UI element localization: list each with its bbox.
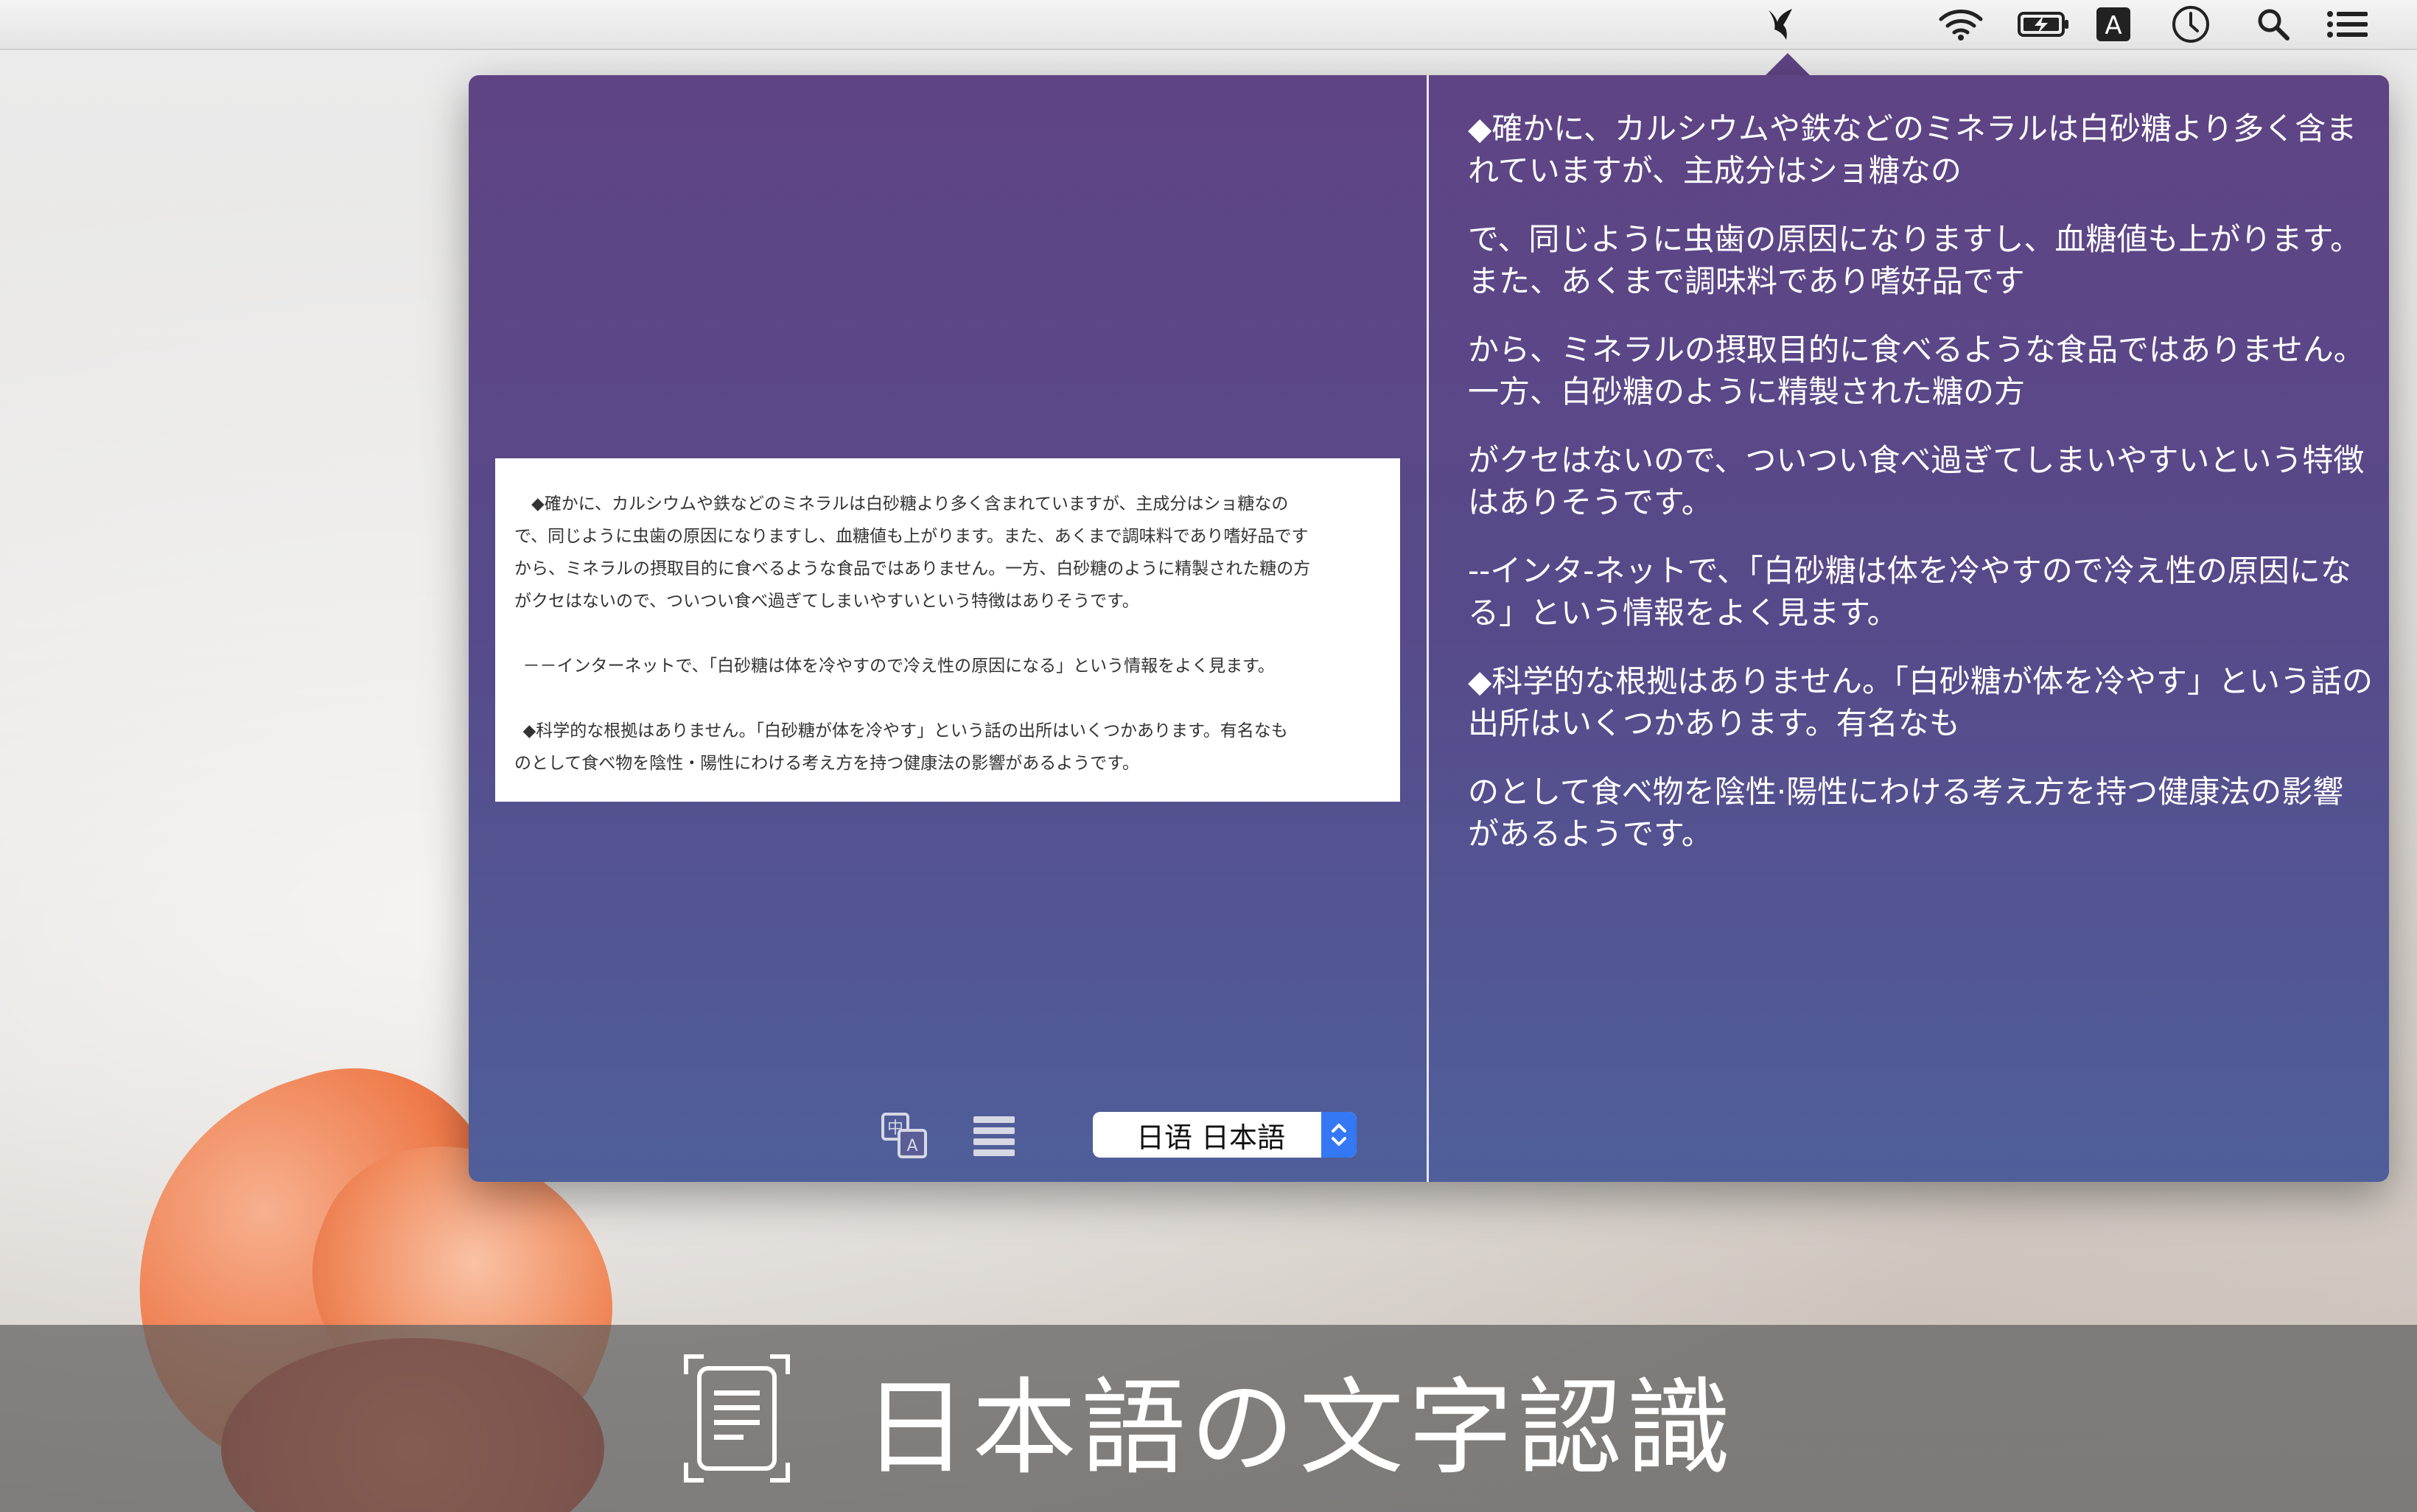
document-scan-icon (684, 1354, 790, 1483)
translate-icon: 中 A (881, 1113, 927, 1158)
menu-bar: A (0, 0, 2417, 50)
result-paragraph: から、ミネラルの摂取目的に食べるような食品ではありません。一方、白砂糖のように精… (1468, 332, 2365, 410)
captured-source-image: ◆確かに、カルシウムや鉄などのミネラルは白砂糖より多く含まれていますが、主成分は… (495, 458, 1400, 802)
svg-text:A: A (906, 1137, 917, 1155)
source-line: から、ミネラルの摂取目的に食べるような食品ではありません。一方、白砂糖のように精… (514, 559, 1311, 578)
input-source-icon[interactable]: A (2094, 6, 2133, 43)
result-paragraph: がクセはないので、ついつい食べ過ぎてしまいやすいという特徴はありそうです。 (1468, 442, 2365, 520)
result-paragraph: ◆科学的な根拠はありません。「白砂糖が体を冷やす」という話の出所はいくつかありま… (1468, 663, 2374, 741)
source-line: がクセはないので、ついつい食べ過ぎてしまいやすいという特徴はありそうです。 (514, 592, 1139, 611)
result-paragraph: ◆確かに、カルシウムや鉄などのミネラルは白砂糖より多く含まれていますが、主成分は… (1468, 111, 2357, 189)
language-select[interactable]: 日语 日本語 (1093, 1112, 1357, 1158)
popover-arrow (1764, 53, 1811, 77)
spotlight-search-icon[interactable] (2255, 6, 2292, 43)
svg-text:A: A (2105, 11, 2122, 41)
notification-center-icon[interactable] (2326, 6, 2370, 43)
clock-icon[interactable] (2169, 6, 2212, 43)
feature-banner: 日本語の文字認識 (0, 1325, 2417, 1512)
source-line: ◆科学的な根拠はありません。「白砂糖が体を冷やす」という話の出所はいくつかありま… (522, 721, 1288, 741)
result-paragraph: で、同じように虫歯の原因になりますし、血糖値も上がります。また、あくまで調味料で… (1468, 221, 2362, 299)
recognized-text-pane[interactable]: ◆確かに、カルシウムや鉄などのミネラルは白砂糖より多く含まれていますが、主成分は… (1468, 108, 2374, 881)
banner-title: 日本語の文字認識 (863, 1368, 1735, 1489)
list-icon (973, 1116, 1015, 1156)
wifi-icon[interactable] (1937, 6, 1985, 43)
language-select-value: 日语 日本語 (1136, 1121, 1286, 1154)
svg-text:中: 中 (887, 1119, 903, 1138)
select-stepper-icon[interactable] (1321, 1112, 1357, 1158)
source-line: のとして食べ物を陰性・陽性にわける考え方を持つ健康法の影響があるようです。 (514, 754, 1140, 773)
pane-divider (1427, 75, 1429, 1182)
source-line: －－インターネットで、「白砂糖は体を冷やすので冷え性の原因になる」という情報をよ… (522, 657, 1275, 676)
translate-button[interactable]: 中 A (878, 1110, 930, 1161)
result-paragraph: --インタ-ネットで、「白砂糖は体を冷やすので冷え性の原因になる」という情報をよ… (1468, 553, 2351, 631)
list-view-button[interactable] (968, 1110, 1020, 1161)
battery-charging-icon[interactable] (2016, 6, 2071, 43)
source-line: ◆確かに、カルシウムや鉄などのミネラルは白砂糖より多く含まれていますが、主成分は… (531, 494, 1289, 514)
translator-app-icon[interactable] (1760, 6, 1799, 43)
result-paragraph: のとして食べ物を陰性·陽性にわける考え方を持つ健康法の影響があるようです。 (1468, 774, 2344, 852)
source-line: で、同じように虫歯の原因になりますし、血糖値も上がります。また、あくまで調味料で… (514, 527, 1309, 546)
popover-toolbar: 中 A (878, 1108, 1058, 1163)
translator-popover: ◆確かに、カルシウムや鉄などのミネラルは白砂糖より多く含まれていますが、主成分は… (469, 75, 2389, 1182)
